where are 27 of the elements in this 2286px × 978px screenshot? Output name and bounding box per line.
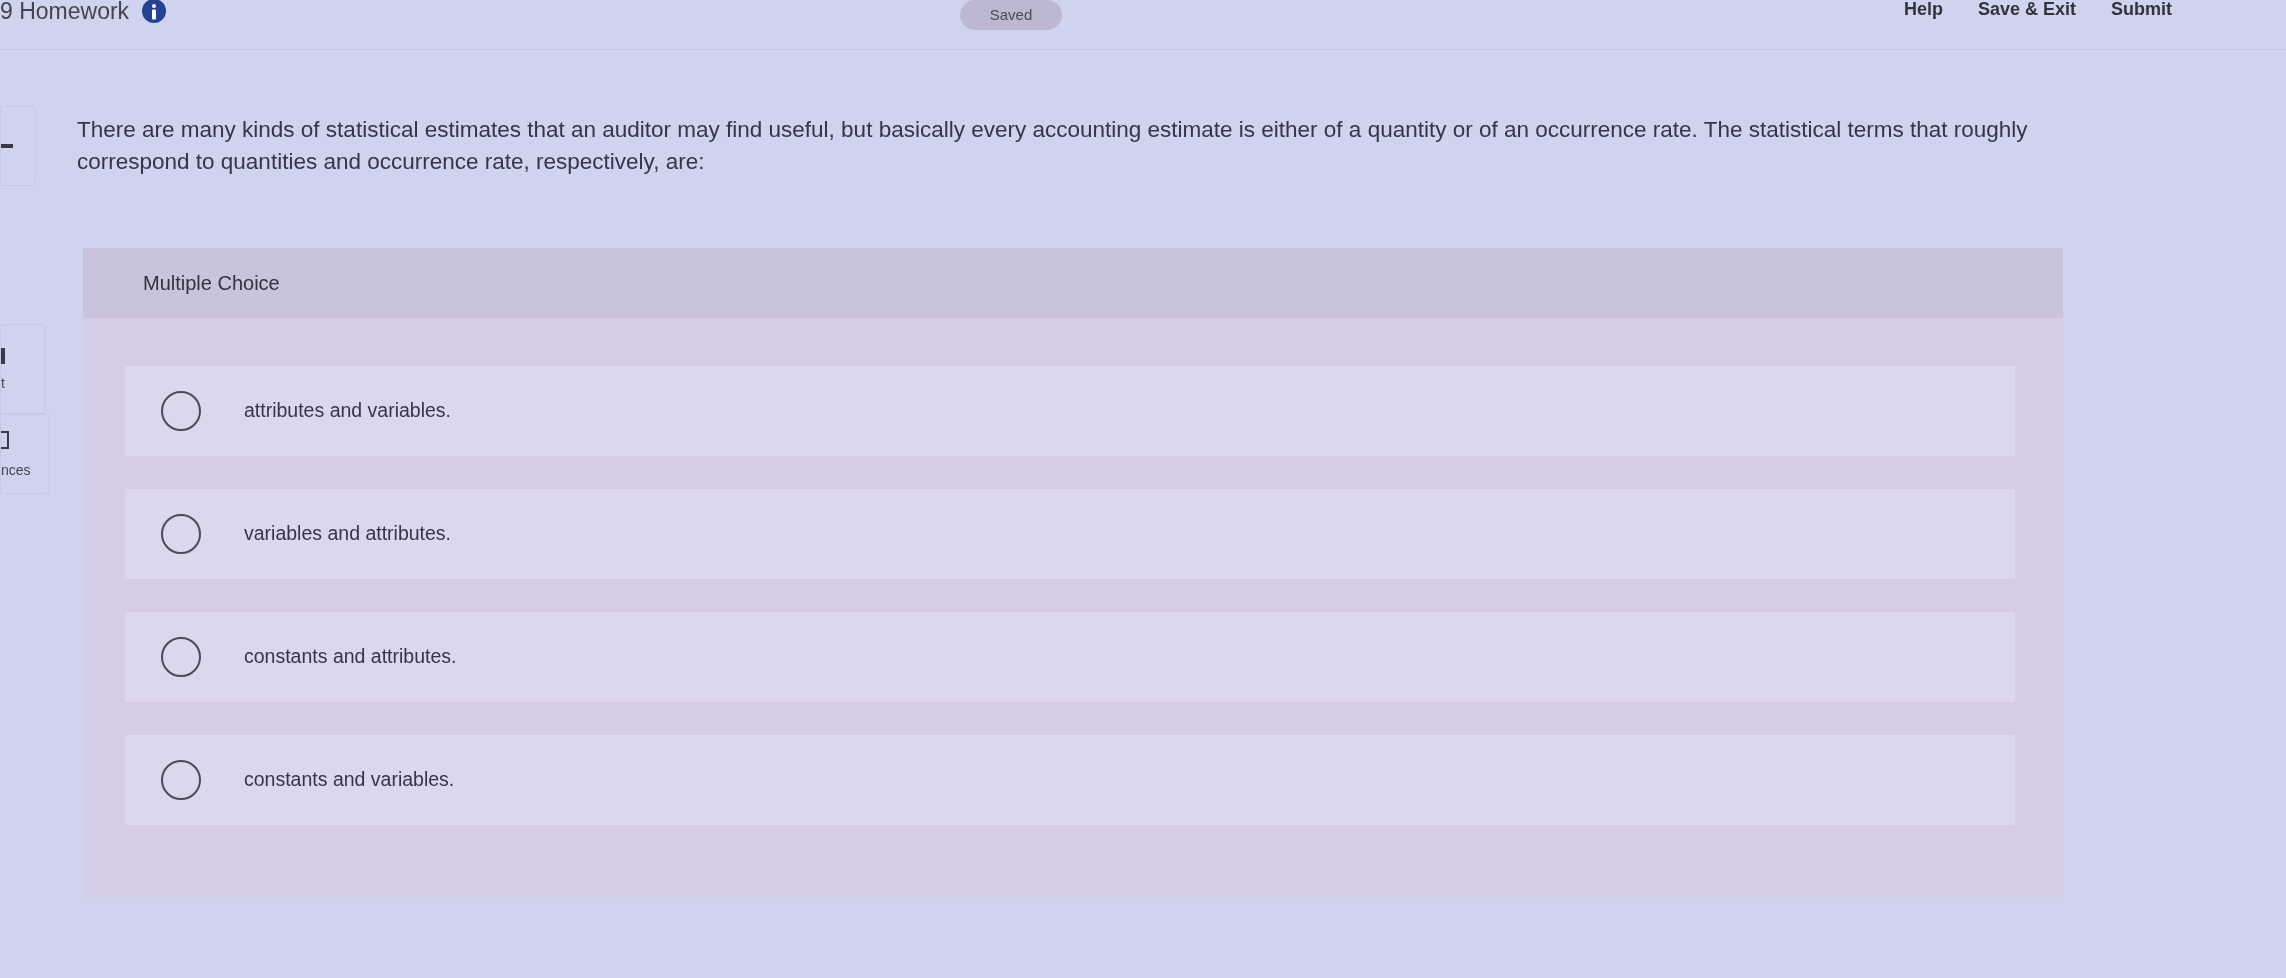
info-icon[interactable] xyxy=(141,0,168,24)
option-label: constants and variables. xyxy=(244,767,455,793)
sidebar-item-label: nces xyxy=(1,463,31,477)
sidebar-item[interactable]: t xyxy=(0,324,46,414)
saved-status: Saved xyxy=(960,0,1062,30)
header-link[interactable]: Submit xyxy=(2111,0,2172,18)
answer-option[interactable]: constants and attributes. xyxy=(125,612,2015,702)
question-text: There are many kinds of statistical estimates that an auditor may find useful, but basically every accounting estimate is either of a quantity or of an occurrence rate. The statistical terms that roughly correspond to quantities and occurrence rate, respectively, are: xyxy=(77,116,2029,176)
radio-button[interactable] xyxy=(160,513,202,555)
radio-button[interactable] xyxy=(160,636,202,678)
option-label: constants and attributes. xyxy=(244,644,457,670)
bracket-icon xyxy=(1,431,9,449)
radio-button[interactable] xyxy=(160,390,202,432)
header-link[interactable]: Help xyxy=(1903,0,1943,18)
answer-option[interactable]: attributes and variables. xyxy=(125,366,2015,456)
option-label: attributes and variables. xyxy=(244,398,452,424)
sidebar-item-label: t xyxy=(1,376,5,390)
option-label: variables and attributes. xyxy=(244,521,452,547)
answer-option[interactable]: variables and attributes. xyxy=(125,489,2015,579)
answer-option[interactable]: constants and variables. xyxy=(125,735,2015,825)
header-link[interactable]: Save & Exit xyxy=(1977,0,2076,18)
panel-title: Multiple Choice xyxy=(143,271,280,296)
radio-button[interactable] xyxy=(160,759,202,801)
sidebar-item[interactable]: nces xyxy=(0,414,50,494)
assignment-title: 9 Homework xyxy=(0,0,130,23)
dash-icon xyxy=(1,144,13,148)
bar-icon xyxy=(1,348,5,364)
